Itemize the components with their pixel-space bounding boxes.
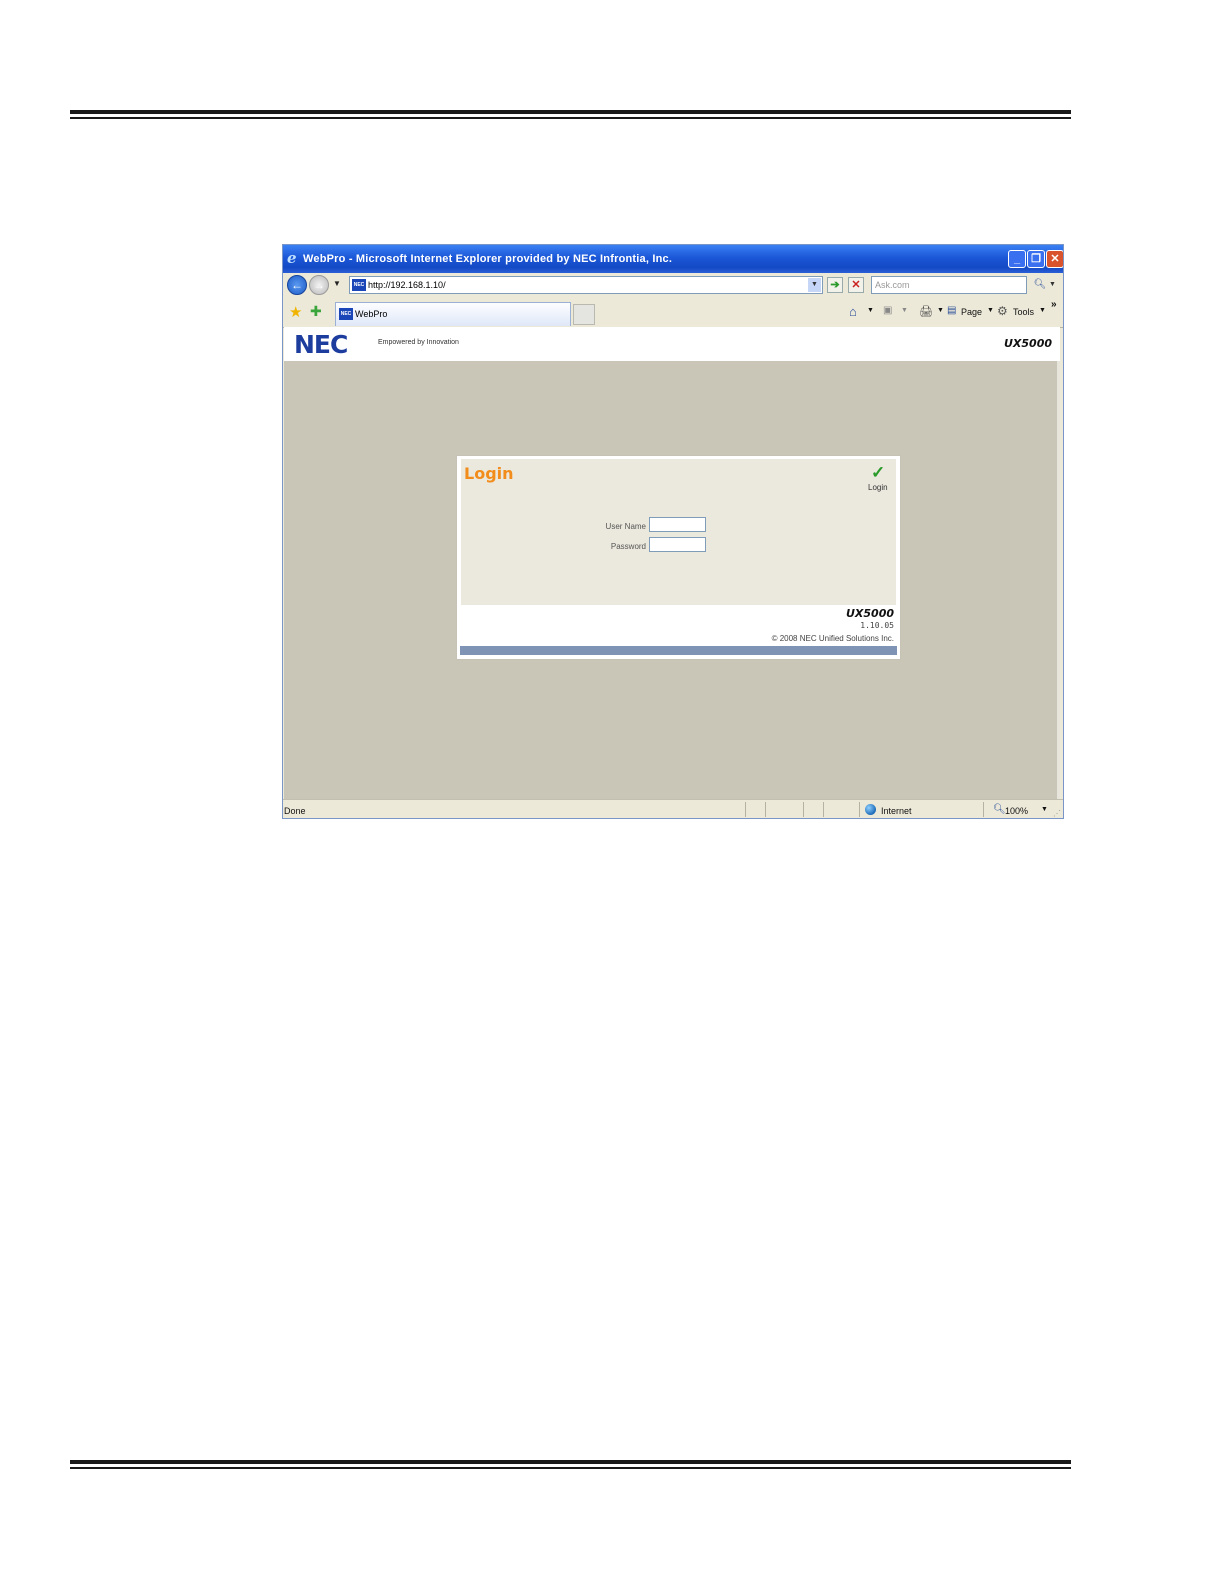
username-label: User Name bbox=[605, 522, 646, 531]
header-rule bbox=[70, 110, 1071, 119]
search-input[interactable] bbox=[875, 278, 1023, 292]
page-icon: ▤ bbox=[947, 305, 957, 316]
scrollbar[interactable] bbox=[1057, 361, 1060, 799]
feeds-dropdown-icon[interactable]: ▼ bbox=[901, 307, 908, 314]
print-dropdown-icon[interactable]: ▼ bbox=[937, 307, 944, 314]
zoom-level[interactable]: 100% bbox=[1005, 806, 1028, 816]
minimize-button[interactable]: _ bbox=[1008, 250, 1026, 268]
new-tab-button[interactable] bbox=[573, 304, 595, 325]
forward-arrow-icon: → bbox=[313, 278, 325, 292]
status-divider bbox=[983, 802, 984, 817]
search-icon[interactable]: 🔍︎ bbox=[1032, 276, 1048, 294]
search-options-dropdown-icon[interactable]: ▼ bbox=[1049, 278, 1057, 292]
header-product-name: UX5000 bbox=[1003, 337, 1052, 350]
password-input[interactable] bbox=[649, 537, 706, 552]
checkmark-icon[interactable]: ✓ bbox=[871, 463, 885, 483]
nec-header: NEC Empowered by Innovation UX5000 bbox=[284, 327, 1060, 361]
tab-favicon-icon: NEC bbox=[339, 308, 353, 320]
url-input[interactable] bbox=[368, 278, 798, 292]
site-favicon-icon: NEC bbox=[352, 279, 366, 291]
version-text: 1.10.05 bbox=[860, 621, 894, 630]
zoom-magnifier-icon: 🔍︎ bbox=[993, 804, 1006, 815]
login-title: Login bbox=[464, 464, 514, 483]
tab-toolbar: ★ ✚ NEC WebPro ⌂ ▼ ▣ ▼ 🖨︎ ▼ ▤ Page ▼ ⚙ T… bbox=[283, 299, 1063, 328]
page-content: NEC Empowered by Innovation UX5000 Login… bbox=[284, 327, 1060, 799]
close-button[interactable]: ✕ bbox=[1046, 250, 1063, 268]
more-chevron-icon[interactable]: » bbox=[1051, 299, 1057, 310]
maximize-button[interactable]: ❐ bbox=[1027, 250, 1045, 268]
gear-icon: ⚙ bbox=[997, 304, 1008, 318]
forward-button[interactable]: → bbox=[309, 275, 329, 295]
status-divider bbox=[765, 802, 766, 817]
add-favorites-icon[interactable]: ✚ bbox=[310, 303, 322, 320]
internet-globe-icon bbox=[865, 804, 876, 815]
tools-dropdown-icon[interactable]: ▼ bbox=[1039, 307, 1046, 314]
favorites-star-icon[interactable]: ★ bbox=[289, 303, 302, 321]
footer-rule bbox=[70, 1460, 1071, 1469]
window-title: WebPro - Microsoft Internet Explorer pro… bbox=[303, 253, 673, 265]
status-divider bbox=[745, 802, 746, 817]
resize-grip-icon[interactable]: ⋰ bbox=[1053, 810, 1061, 818]
status-bar: Done Internet 🔍︎ 100% ▼ ⋰ bbox=[283, 799, 1063, 818]
go-button[interactable]: ➔ bbox=[827, 277, 843, 293]
history-dropdown-icon[interactable]: ▼ bbox=[333, 279, 341, 288]
login-body: Login ✓ Login User Name Password bbox=[461, 459, 896, 605]
stop-x-icon: ✕ bbox=[851, 279, 861, 291]
zoom-dropdown-icon[interactable]: ▼ bbox=[1041, 806, 1048, 813]
login-product-name: UX5000 bbox=[845, 607, 894, 620]
status-text: Done bbox=[284, 806, 306, 816]
back-arrow-icon: ← bbox=[291, 278, 303, 292]
password-label: Password bbox=[610, 542, 646, 551]
back-button[interactable]: ← bbox=[287, 275, 307, 295]
tab-label: WebPro bbox=[355, 309, 388, 319]
address-field[interactable]: NEC ▼ bbox=[349, 276, 823, 294]
login-footer-bar bbox=[460, 646, 897, 655]
home-dropdown-icon[interactable]: ▼ bbox=[867, 307, 874, 314]
status-divider bbox=[859, 802, 860, 817]
tools-menu-button[interactable]: Tools bbox=[1013, 307, 1034, 317]
title-bar[interactable]: e WebPro - Microsoft Internet Explorer p… bbox=[283, 245, 1063, 273]
stop-button[interactable]: ✕ bbox=[848, 277, 864, 293]
feeds-icon[interactable]: ▣ bbox=[883, 305, 892, 316]
security-zone-text[interactable]: Internet bbox=[881, 806, 912, 816]
page-menu-button[interactable]: Page bbox=[961, 307, 982, 317]
tab-webpro[interactable]: NEC WebPro bbox=[335, 302, 571, 326]
address-toolbar: ← → ▼ NEC ▼ ➔ ✕ 🔍︎ ▼ bbox=[283, 273, 1063, 299]
login-panel: Login ✓ Login User Name Password UX5000 … bbox=[456, 455, 901, 660]
status-divider bbox=[803, 802, 804, 817]
search-field[interactable] bbox=[871, 276, 1027, 294]
login-button-label[interactable]: Login bbox=[868, 483, 888, 492]
go-arrow-icon: ➔ bbox=[830, 279, 840, 291]
tagline: Empowered by Innovation bbox=[378, 339, 459, 346]
page-dropdown-icon[interactable]: ▼ bbox=[987, 307, 994, 314]
home-icon[interactable]: ⌂ bbox=[849, 304, 857, 319]
status-divider bbox=[823, 802, 824, 817]
print-icon[interactable]: 🖨︎ bbox=[919, 305, 933, 318]
copyright-text: © 2008 NEC Unified Solutions Inc. bbox=[771, 634, 894, 643]
ie-icon: e bbox=[287, 249, 297, 267]
nec-logo: NEC bbox=[294, 330, 348, 359]
username-input[interactable] bbox=[649, 517, 706, 532]
address-dropdown-icon[interactable]: ▼ bbox=[808, 278, 821, 292]
browser-window: e WebPro - Microsoft Internet Explorer p… bbox=[282, 244, 1064, 819]
